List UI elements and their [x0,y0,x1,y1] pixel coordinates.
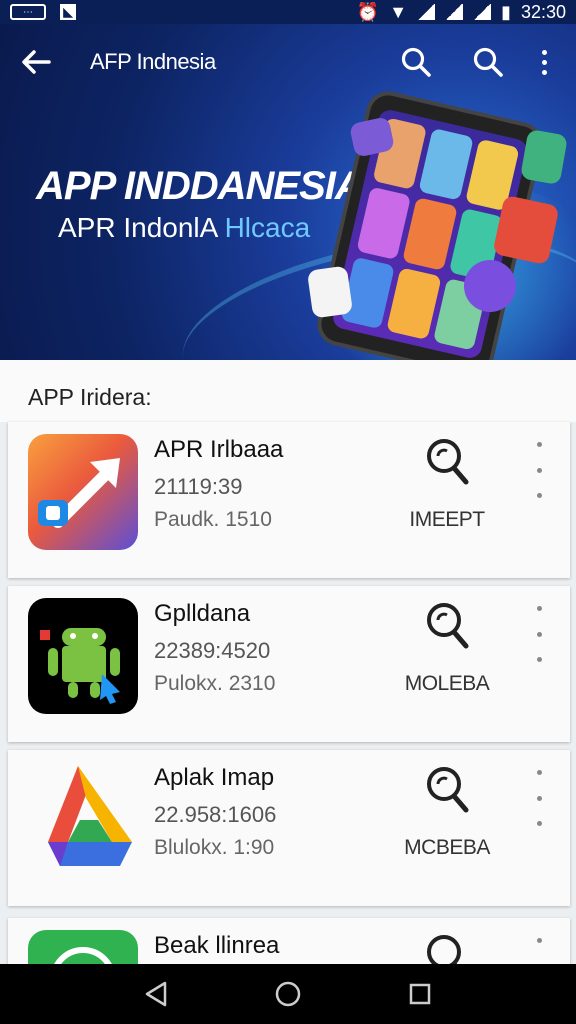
item-menu-button[interactable] [530,606,548,662]
avatar-tile [356,186,412,260]
list-item[interactable]: Gplldana 22389:4520 Pulokx. 2310 MOLEBA [8,586,570,742]
search-button[interactable] [380,24,452,100]
app-meta-secondary: Pulokx. 2310 [154,672,276,695]
circle-home-icon [275,981,301,1007]
avatar-tile [418,128,474,201]
hero-title: APP INDDANESIA [36,164,364,208]
list-item[interactable]: APR Irlbaaa 21119:39 Paudk. 1510 IMEEPT [8,422,570,578]
nav-back-button[interactable] [136,974,176,1014]
dot-icon [536,467,542,473]
app-name: Gplldana [154,600,251,627]
inspect-button[interactable] [424,932,472,964]
action-label[interactable]: IMEEPT [384,508,510,532]
inspect-button[interactable] [424,764,472,816]
action-label[interactable]: MCBEBA [384,836,510,860]
app-meta-secondary: Paudk. 1510 [154,508,272,531]
item-menu-button[interactable] [530,938,548,964]
app-bar-title: AFP Indnesia [90,49,216,74]
search-icon [473,47,503,77]
dot-icon [536,493,542,498]
dot-icon [536,442,542,447]
search-icon [401,47,431,77]
item-menu-button[interactable] [530,770,548,826]
dot-icon [536,770,542,775]
app-bar: AFP Indnesia [0,24,576,100]
square-recents-icon [409,983,431,1005]
nav-recents-button[interactable] [400,974,440,1014]
wifi-icon: ▼ [389,1,408,22]
green-app-icon [28,930,138,964]
app-meta: 22389:4520 [154,638,271,663]
dot-icon [536,631,542,637]
dot-icon [541,69,547,75]
back-button[interactable] [0,24,72,100]
magnify-icon [427,439,469,485]
app-list-section: APP Iridera: APR Irlbaaa 21119:39 Paudk.… [0,360,576,964]
dot-icon [536,938,542,943]
dot-icon [536,795,542,801]
dot-icon [536,821,542,826]
section-title: APP Iridera: [0,360,576,422]
list-item[interactable]: Aplak Imap 22.958:1606 Blulokx. 1:90 MCB… [8,750,570,906]
floating-sticker [519,128,569,186]
overflow-menu-button[interactable] [524,24,564,100]
signal-icon [473,4,492,20]
magnify-icon [427,603,469,649]
hero-subtitle-main: APR IndonlA [58,212,225,243]
arrow-back-icon [22,50,51,74]
header-banner: AFP Indnesia APP INDDANESIA APR IndonlA … [0,24,576,360]
avatar-tile [386,267,442,340]
hero-subtitle: APR IndonlA Hlcaca [58,212,310,244]
search-button-secondary[interactable] [452,24,524,100]
battery-icon: ▮ [501,1,511,22]
app-name: APR Irlbaaa [154,436,284,463]
signal-icon [417,4,436,20]
notification-box-icon: ⋯ [10,4,46,20]
android-robot-icon [28,598,138,714]
app-name: Aplak Imap [154,764,275,791]
signal-icon [445,4,464,20]
item-menu-button[interactable] [530,442,548,498]
list-item[interactable]: Beak llinrea [8,918,570,964]
app-meta: 21119:39 [154,474,243,499]
dot-icon [541,59,547,65]
action-label[interactable]: MOLEBA [384,672,510,696]
triangle-drive-icon [28,762,138,878]
app-notification-icon: ◣ [60,4,76,20]
floating-sticker [464,260,516,312]
status-time: 32:30 [520,1,566,22]
avatar-tile [402,197,458,271]
dot-icon [536,657,542,662]
app-meta-secondary: Blulokx. 1:90 [154,836,275,859]
inspect-button[interactable] [424,600,472,652]
app-meta: 22.958:1606 [154,802,277,827]
dot-icon [536,606,542,611]
status-bar: ⋯ ◣ ⏰ ▼ ▮ 32:30 [0,0,576,24]
inspect-button[interactable] [424,436,472,488]
magnify-icon [427,767,469,813]
app-name: Beak llinrea [154,932,280,959]
floating-sticker [306,265,354,319]
alarm-icon: ⏰ [356,1,380,22]
magnify-icon [427,935,461,964]
system-nav-bar [0,964,576,1024]
triangle-back-icon [145,981,167,1007]
hero-subtitle-accent: Hlcaca [224,212,311,243]
arrow-app-icon [28,434,138,550]
dot-icon [541,49,547,55]
nav-home-button[interactable] [268,974,308,1014]
